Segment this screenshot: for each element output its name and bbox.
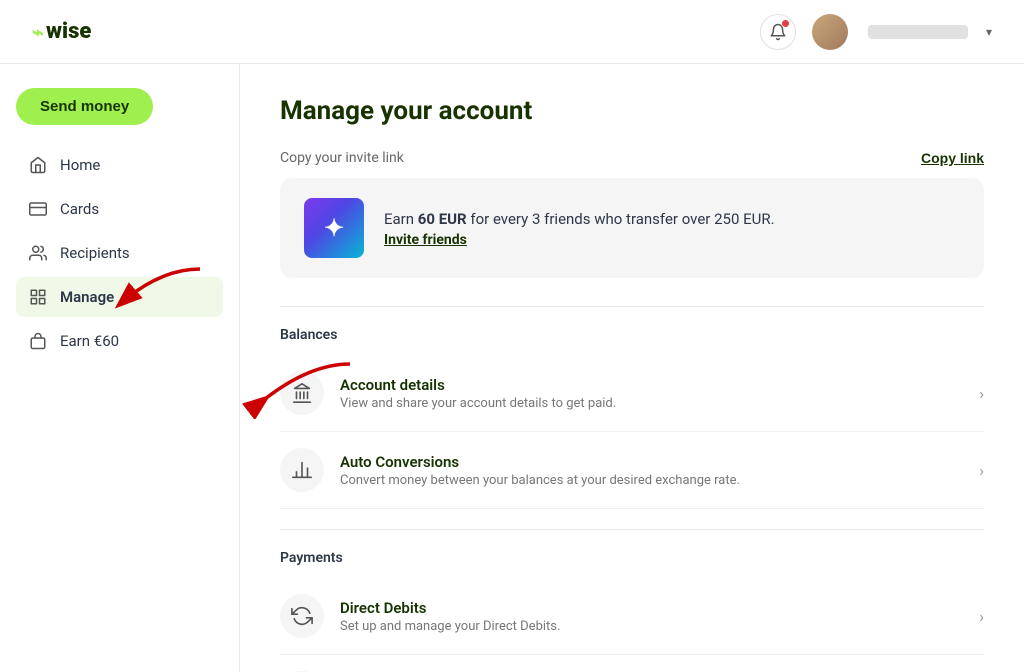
- invite-section-label: Copy your invite link: [280, 150, 404, 166]
- payments-section: Payments Direct Debits Set up and manage…: [280, 529, 984, 672]
- direct-debits-content: Direct Debits Set up and manage your Dir…: [340, 599, 963, 634]
- header-right: ▾: [760, 14, 992, 50]
- chart-icon-wrapper: [280, 448, 324, 492]
- card-icon: [28, 199, 48, 219]
- auto-conversions-chevron: ›: [979, 461, 984, 480]
- balances-section-label: Balances: [280, 327, 984, 343]
- scheduled-transfers-item[interactable]: Scheduled transfers Manage transfers tha…: [280, 655, 984, 672]
- sidebar-item-home-label: Home: [60, 156, 100, 174]
- sidebar-item-cards[interactable]: Cards: [16, 189, 223, 229]
- sidebar-item-home[interactable]: Home: [16, 145, 223, 185]
- account-details-desc: View and share your account details to g…: [340, 396, 963, 411]
- logo: ⌁ wise: [32, 19, 91, 44]
- send-money-button[interactable]: Send money: [16, 88, 153, 125]
- sync-icon: [291, 605, 313, 627]
- direct-debits-desc: Set up and manage your Direct Debits.: [340, 619, 963, 634]
- bank-icon: [291, 382, 313, 404]
- account-details-chevron: ›: [979, 384, 984, 403]
- invite-section: Copy your invite link Copy link ✦ Earn 6…: [280, 150, 984, 278]
- invite-card-content: Earn 60 EUR for every 3 friends who tran…: [384, 209, 775, 248]
- page-title: Manage your account: [280, 96, 984, 126]
- header: ⌁ wise ▾: [0, 0, 1024, 64]
- notifications-button[interactable]: [760, 14, 796, 50]
- invite-card-text: Earn 60 EUR for every 3 friends who tran…: [384, 210, 775, 228]
- direct-debits-item[interactable]: Direct Debits Set up and manage your Dir…: [280, 578, 984, 655]
- invite-header: Copy your invite link Copy link: [280, 150, 984, 166]
- bank-icon-wrapper: [280, 371, 324, 415]
- invite-card: ✦ Earn 60 EUR for every 3 friends who tr…: [280, 178, 984, 278]
- invite-thumbnail: ✦: [304, 198, 364, 258]
- sidebar-item-earn-label: Earn €60: [60, 332, 119, 350]
- copy-link-button[interactable]: Copy link: [921, 150, 984, 166]
- invite-friends-link[interactable]: Invite friends: [384, 232, 775, 248]
- invite-text-suffix: for every 3 friends who transfer over 25…: [467, 210, 775, 228]
- sidebar-item-earn[interactable]: Earn €60: [16, 321, 223, 361]
- chevron-down-icon[interactable]: ▾: [986, 25, 992, 39]
- recipients-icon: [28, 243, 48, 263]
- direct-debits-chevron: ›: [979, 607, 984, 626]
- invite-thumb-symbol: ✦: [324, 214, 344, 242]
- invite-highlight: 60 EUR: [418, 210, 467, 228]
- account-details-title: Account details: [340, 376, 963, 394]
- auto-conversions-title: Auto Conversions: [340, 453, 963, 471]
- manage-icon: [28, 287, 48, 307]
- sidebar-item-recipients[interactable]: Recipients: [16, 233, 223, 273]
- earn-icon: [28, 331, 48, 351]
- sync-icon-wrapper: [280, 594, 324, 638]
- account-details-content: Account details View and share your acco…: [340, 376, 963, 411]
- sidebar-item-manage-label: Manage: [60, 288, 114, 306]
- payments-section-label: Payments: [280, 550, 984, 566]
- sidebar-item-recipients-label: Recipients: [60, 244, 130, 262]
- chart-icon: [291, 459, 313, 481]
- auto-conversions-content: Auto Conversions Convert money between y…: [340, 453, 963, 488]
- notification-dot: [781, 19, 790, 28]
- sidebar-item-manage[interactable]: Manage: [16, 277, 223, 317]
- account-details-item[interactable]: Account details View and share your acco…: [280, 355, 984, 432]
- logo-text: wise: [46, 19, 91, 44]
- home-icon: [28, 155, 48, 175]
- auto-conversions-item[interactable]: Auto Conversions Convert money between y…: [280, 432, 984, 509]
- username-bar: [868, 25, 968, 39]
- invite-text-prefix: Earn: [384, 210, 418, 228]
- sidebar-item-cards-label: Cards: [60, 200, 99, 218]
- logo-icon: ⌁: [32, 20, 44, 44]
- layout: Send money Home Cards: [0, 64, 1024, 672]
- avatar[interactable]: [812, 14, 848, 50]
- direct-debits-title: Direct Debits: [340, 599, 963, 617]
- balances-section: Balances Account details View and share …: [280, 306, 984, 509]
- main-content: Manage your account Copy your invite lin…: [240, 64, 1024, 672]
- sidebar: Send money Home Cards: [0, 64, 240, 672]
- auto-conversions-desc: Convert money between your balances at y…: [340, 473, 963, 488]
